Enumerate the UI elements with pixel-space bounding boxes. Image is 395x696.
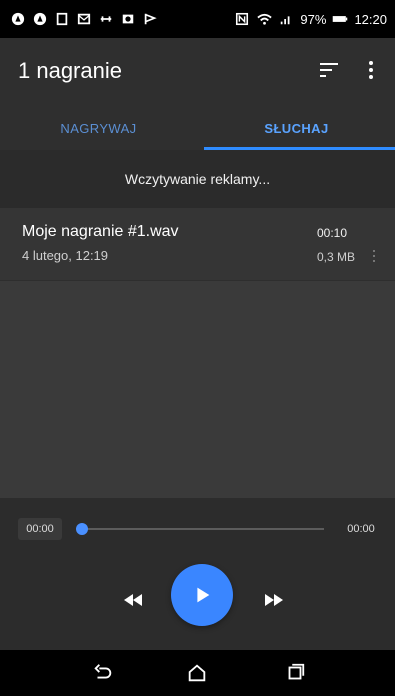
total-time: 00:00 bbox=[347, 523, 375, 535]
link-icon bbox=[98, 11, 114, 27]
tab-record[interactable]: NAGRYWAJ bbox=[0, 106, 197, 150]
battery-percent: 97% bbox=[300, 11, 327, 27]
recording-size: 0,3 MB bbox=[316, 250, 355, 264]
more-vert-icon bbox=[369, 61, 373, 79]
fast-forward-button[interactable] bbox=[259, 590, 289, 610]
player-panel: 00:00 00:00 bbox=[0, 498, 395, 650]
recents-icon bbox=[288, 663, 305, 680]
nfc-icon bbox=[234, 11, 250, 27]
recording-name: Moje nagranie #1.wav bbox=[22, 223, 179, 240]
recents-button[interactable] bbox=[282, 660, 308, 686]
ad-text: Wczytywanie reklamy... bbox=[124, 171, 271, 187]
rewind-icon bbox=[124, 594, 142, 606]
tab-listen[interactable]: SŁUCHAJ bbox=[198, 106, 395, 150]
battery-icon bbox=[332, 11, 348, 27]
recording-duration: 00:10 bbox=[316, 226, 347, 240]
page-title: 1 nagranie bbox=[18, 58, 122, 83]
app-icon bbox=[10, 11, 26, 27]
seek-thumb[interactable] bbox=[76, 523, 88, 535]
play-icon bbox=[197, 587, 210, 603]
clock: 12:20 bbox=[354, 11, 387, 27]
wifi-icon bbox=[256, 11, 272, 27]
mail-icon bbox=[76, 11, 92, 27]
seek-bar[interactable] bbox=[76, 523, 324, 535]
navigation-bar bbox=[0, 650, 395, 696]
ad-banner: Wczytywanie reklamy... bbox=[0, 150, 395, 208]
list-item[interactable]: Moje nagranie #1.wav 4 lutego, 12:19 00:… bbox=[0, 208, 395, 281]
sort-button[interactable] bbox=[317, 58, 341, 82]
rewind-button[interactable] bbox=[118, 590, 148, 610]
recordings-list: Moje nagranie #1.wav 4 lutego, 12:19 00:… bbox=[0, 208, 395, 498]
overflow-menu-button[interactable] bbox=[359, 58, 383, 82]
home-button[interactable] bbox=[184, 660, 210, 686]
recording-date: 4 lutego, 12:19 bbox=[22, 248, 109, 263]
back-icon bbox=[94, 664, 112, 679]
camera-icon bbox=[120, 11, 136, 27]
sort-icon bbox=[320, 63, 338, 77]
app-bar: 1 nagranie bbox=[0, 38, 395, 106]
app-icon bbox=[32, 11, 48, 27]
flag-icon bbox=[142, 11, 158, 27]
signal-icon bbox=[278, 11, 294, 27]
current-time: 00:00 bbox=[18, 518, 62, 540]
home-icon bbox=[188, 664, 206, 682]
status-bar: 97% 12:20 bbox=[0, 0, 395, 38]
tab-bar: NAGRYWAJ SŁUCHAJ bbox=[0, 106, 395, 151]
screen-icon bbox=[54, 11, 70, 27]
item-more-button[interactable] bbox=[369, 248, 379, 264]
more-vert-icon bbox=[373, 250, 375, 262]
play-button[interactable] bbox=[171, 564, 233, 626]
fast-forward-icon bbox=[265, 594, 283, 606]
back-button[interactable] bbox=[90, 660, 116, 686]
